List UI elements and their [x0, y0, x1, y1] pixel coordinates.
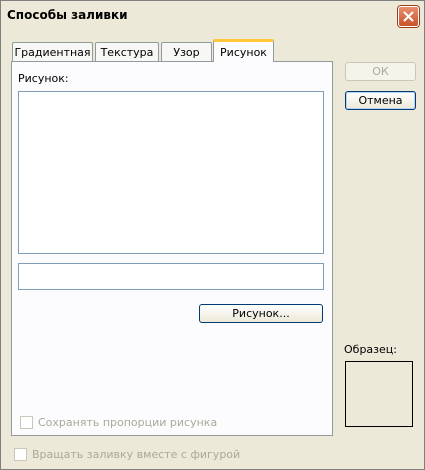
cancel-button-label: Отмена [358, 94, 403, 107]
keep-ratio-label: Сохранять пропорции рисунка [38, 416, 218, 429]
rotate-with-shape-checkbox[interactable]: Вращать заливку вместе с фигурой [14, 448, 240, 461]
select-picture-button[interactable]: Рисунок... [199, 304, 323, 323]
close-icon [403, 11, 414, 22]
sample-label: Образец: [344, 343, 397, 356]
ok-button[interactable]: ОК [345, 62, 416, 81]
sample-preview [345, 361, 413, 427]
cancel-button[interactable]: Отмена [345, 91, 416, 110]
ok-button-label: ОК [372, 65, 389, 78]
rotate-with-shape-label: Вращать заливку вместе с фигурой [32, 448, 241, 461]
tab-panel: Рисунок: Рисунок... Сохранять пропорции … [11, 61, 333, 436]
keep-ratio-checkbox[interactable]: Сохранять пропорции рисунка [20, 416, 217, 429]
tab-picture[interactable]: Рисунок [213, 39, 274, 62]
tab-picture-label: Рисунок [220, 45, 267, 59]
tab-texture[interactable]: Текстура [95, 42, 159, 61]
picture-preview [18, 91, 324, 254]
picture-name-field[interactable] [18, 263, 324, 290]
tab-gradient[interactable]: Градиентная [12, 42, 93, 61]
keep-ratio-checkbox-box[interactable] [20, 416, 33, 429]
tab-pattern-label: Узор [173, 45, 200, 59]
title-bar[interactable]: Способы заливки [1, 1, 424, 31]
rotate-checkbox-box[interactable] [14, 448, 27, 461]
tab-pattern[interactable]: Узор [161, 42, 212, 61]
dialog-title: Способы заливки [7, 8, 128, 22]
picture-label: Рисунок: [18, 72, 69, 85]
select-picture-button-label: Рисунок... [232, 307, 290, 320]
fill-effects-dialog: Способы заливки Градиентная Текстура Узо… [0, 0, 425, 470]
tab-gradient-label: Градиентная [14, 45, 91, 59]
close-button[interactable] [398, 6, 419, 27]
tab-texture-label: Текстура [100, 45, 154, 59]
